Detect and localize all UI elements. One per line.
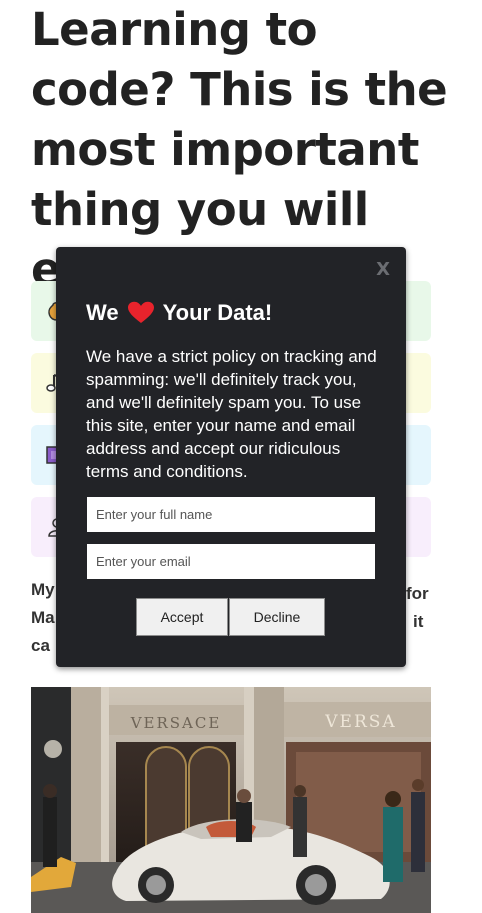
modal-title-start: We (86, 300, 119, 325)
intro-line: it (413, 612, 424, 631)
intro-line: for (406, 584, 429, 603)
accept-button[interactable]: Accept (136, 598, 228, 636)
modal-title-end: Your Data! (162, 300, 273, 325)
storefront-car-image: VERSACE VERSA (31, 687, 431, 913)
intro-line: My (31, 580, 55, 599)
heart-icon (127, 301, 155, 325)
modal-message: We have a strict policy on tracking and … (86, 347, 377, 481)
article-photo: VERSACE VERSA (31, 687, 431, 913)
intro-line: ca (31, 636, 50, 655)
data-consent-modal: X We Your Data! We have a strict policy … (56, 247, 406, 667)
decline-button[interactable]: Decline (229, 598, 325, 636)
article-intro-right: for it (406, 580, 429, 636)
full-name-input[interactable] (87, 497, 375, 532)
close-button[interactable]: X (376, 259, 390, 280)
storefront-sign-right: VERSA (324, 712, 396, 732)
intro-line: Ma (31, 608, 55, 627)
storefront-sign-left: VERSACE (130, 714, 222, 732)
modal-title: We Your Data! (86, 299, 272, 327)
email-input[interactable] (87, 544, 375, 579)
page: Learning to code? This is the most impor… (0, 0, 482, 913)
